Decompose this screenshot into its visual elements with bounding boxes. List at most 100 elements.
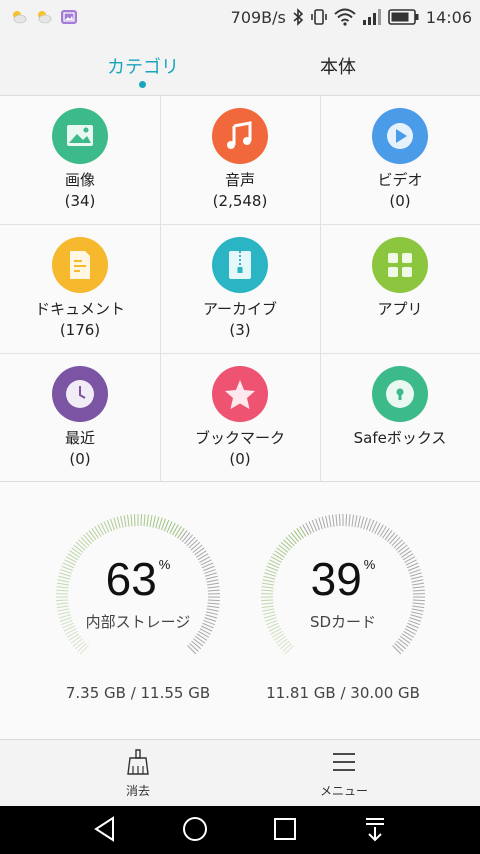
category-name: 画像 (64, 171, 95, 189)
home-button[interactable] (175, 814, 215, 846)
gauge-tick (280, 541, 291, 551)
gauge-tick (282, 642, 292, 652)
gauge-tick (354, 515, 358, 528)
gauge-tick (74, 640, 85, 650)
back-button[interactable] (85, 814, 125, 846)
gauge-tick (389, 534, 398, 545)
storage-section: 63% 内部ストレージ 39% SDカード 7.35 GB / 11.55 GB… (0, 482, 480, 738)
gauge-tick (394, 642, 404, 652)
gauge-tick (391, 536, 401, 547)
category-name: ビデオ (377, 171, 423, 189)
broom-icon (127, 749, 149, 775)
bottom-action-bar: 消去 メニュー (0, 739, 480, 807)
tab-category[interactable]: カテゴリ (63, 53, 223, 79)
gauge-tick (357, 515, 361, 528)
gauge-tick (360, 516, 365, 529)
gauge-tick (120, 515, 124, 528)
category-documents[interactable]: ドキュメント (176) (0, 225, 160, 353)
gauge-tick (186, 536, 196, 547)
category-count: (0) (229, 450, 251, 468)
gauge-tick (130, 514, 133, 527)
gauge-tick (412, 605, 425, 609)
menu-label: メニュー (319, 784, 368, 798)
battery-icon (388, 9, 419, 25)
gauge-tick (398, 638, 409, 647)
gauge-tick (283, 539, 293, 549)
gauge-tick (285, 536, 295, 547)
clear-button[interactable]: 消去 (78, 748, 198, 799)
category-audio[interactable]: 音声 (2,548) (160, 96, 320, 224)
category-video[interactable]: ビデオ (0) (320, 96, 480, 224)
gauge-tick (91, 528, 99, 539)
gauge-tick (143, 514, 146, 527)
gauge-tick (56, 605, 69, 609)
gauge-tick (179, 530, 188, 541)
category-name: 音声 (224, 171, 255, 189)
gauge-tick (318, 517, 323, 530)
clock-icon (52, 366, 108, 422)
gauge-tick (140, 514, 143, 527)
sd-card-gauge[interactable]: 39% SDカード (257, 512, 429, 672)
notification-pulldown-button[interactable] (355, 814, 395, 846)
status-bar: 709B/s 14:06 (0, 0, 480, 34)
category-archives[interactable]: アーカイブ (3) (160, 225, 320, 353)
category-grid: 画像 (34) 音声 (2,548) ビデオ (0) ドキュメント (176) … (0, 96, 480, 482)
menu-button[interactable]: メニュー (284, 748, 404, 799)
category-name: 最近 (64, 429, 95, 447)
archive-icon (212, 237, 268, 293)
category-safe-box[interactable]: Safeボックス (320, 354, 480, 482)
gauge-tick (85, 532, 95, 543)
recents-button[interactable] (265, 814, 305, 846)
gauge-tick (116, 516, 121, 529)
gauge-tick (190, 541, 201, 551)
gauge-tick (363, 517, 368, 530)
home-icon (183, 817, 207, 841)
gauge-tick (177, 528, 185, 539)
category-count: (176) (59, 321, 101, 339)
gauge-tick (348, 514, 351, 527)
category-name: ドキュメント (34, 300, 125, 318)
storage-percent: 39% (310, 553, 376, 605)
gauge-tick (261, 605, 274, 609)
gauge-tick (123, 515, 127, 528)
pull-down-icon (366, 818, 384, 842)
gauge-tick (351, 514, 355, 527)
internal-storage-gauge[interactable]: 63% 内部ストレージ (52, 512, 224, 672)
gauge-tick (345, 514, 348, 527)
category-count: (2,548) (212, 192, 268, 210)
gauge-tick (296, 528, 304, 539)
video-icon (372, 108, 428, 164)
category-apps[interactable]: アプリ (320, 225, 480, 353)
gauge-tick (152, 515, 156, 528)
gauge-tick (384, 530, 393, 541)
tab-device[interactable]: 本体 (258, 53, 418, 79)
internal-storage-usage: 7.35 GB / 11.55 GB (65, 684, 211, 702)
clear-label: 消去 (125, 784, 150, 798)
gauge-tick (79, 645, 89, 655)
vibrate-icon (311, 9, 327, 25)
gauge-tick (325, 515, 329, 528)
gauge-tick (338, 514, 341, 527)
category-recent[interactable]: 最近 (0) (0, 354, 160, 482)
gauge-tick (113, 517, 118, 530)
menu-icon (333, 753, 355, 771)
category-bookmarks[interactable]: ブックマーク (0) (160, 354, 320, 482)
gauge-tick (70, 635, 82, 644)
safe-lock-icon (372, 366, 428, 422)
gauge-tick (149, 515, 153, 528)
back-icon (94, 816, 114, 842)
gauge-tick (392, 645, 402, 655)
wifi-icon (334, 8, 356, 26)
storage-label: SDカード (309, 613, 377, 631)
active-tab-indicator (139, 81, 146, 88)
gauge-tick (181, 532, 191, 543)
category-count: (0) (69, 450, 91, 468)
gauge-tick (133, 514, 136, 527)
gauge-tick (75, 541, 86, 551)
clock-time: 14:06 (425, 7, 472, 27)
apps-icon (372, 237, 428, 293)
gauge-tick (155, 516, 160, 529)
weather-icon (38, 11, 52, 24)
category-images[interactable]: 画像 (34) (0, 96, 160, 224)
star-icon (212, 366, 268, 422)
